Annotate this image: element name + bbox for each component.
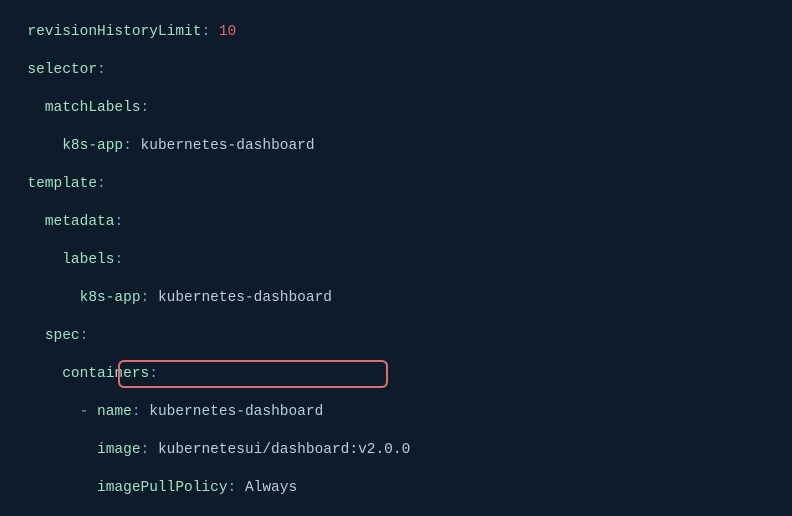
code-line: matchLabels: <box>4 99 792 118</box>
yaml-key: spec <box>45 328 80 344</box>
code-line: - name: kubernetes-dashboard <box>4 403 792 422</box>
yaml-key: metadata <box>45 214 115 230</box>
yaml-key: labels <box>62 252 114 268</box>
yaml-string: kubernetesui/dashboard:v2.0.0 <box>158 442 410 458</box>
yaml-key: matchLabels <box>45 100 141 116</box>
yaml-key: revisionHistoryLimit <box>27 24 201 40</box>
yaml-key: selector <box>27 62 97 78</box>
code-line: selector: <box>4 61 792 80</box>
yaml-key: containers <box>62 366 149 382</box>
code-line: spec: <box>4 327 792 346</box>
yaml-key: name <box>97 404 132 420</box>
code-line: k8s-app: kubernetes-dashboard <box>4 137 792 156</box>
yaml-number: 10 <box>219 24 236 40</box>
code-line: containers: <box>4 365 792 384</box>
yaml-string: kubernetes-dashboard <box>158 290 332 306</box>
yaml-key: k8s-app <box>80 290 141 306</box>
yaml-string: kubernetes-dashboard <box>141 138 315 154</box>
code-line: metadata: <box>4 213 792 232</box>
yaml-key: imagePullPolicy <box>97 480 228 496</box>
code-line: template: <box>4 175 792 194</box>
yaml-key: k8s-app <box>62 138 123 154</box>
yaml-string: Always <box>245 480 297 496</box>
code-line: labels: <box>4 251 792 270</box>
yaml-editor: revisionHistoryLimit: 10 selector: match… <box>0 0 792 516</box>
yaml-key: template <box>27 176 97 192</box>
code-line: revisionHistoryLimit: 10 <box>4 23 792 42</box>
code-line: k8s-app: kubernetes-dashboard <box>4 289 792 308</box>
code-line: imagePullPolicy: Always <box>4 479 792 498</box>
yaml-key: image <box>97 442 141 458</box>
code-line: image: kubernetesui/dashboard:v2.0.0 <box>4 441 792 460</box>
yaml-string: kubernetes-dashboard <box>149 404 323 420</box>
